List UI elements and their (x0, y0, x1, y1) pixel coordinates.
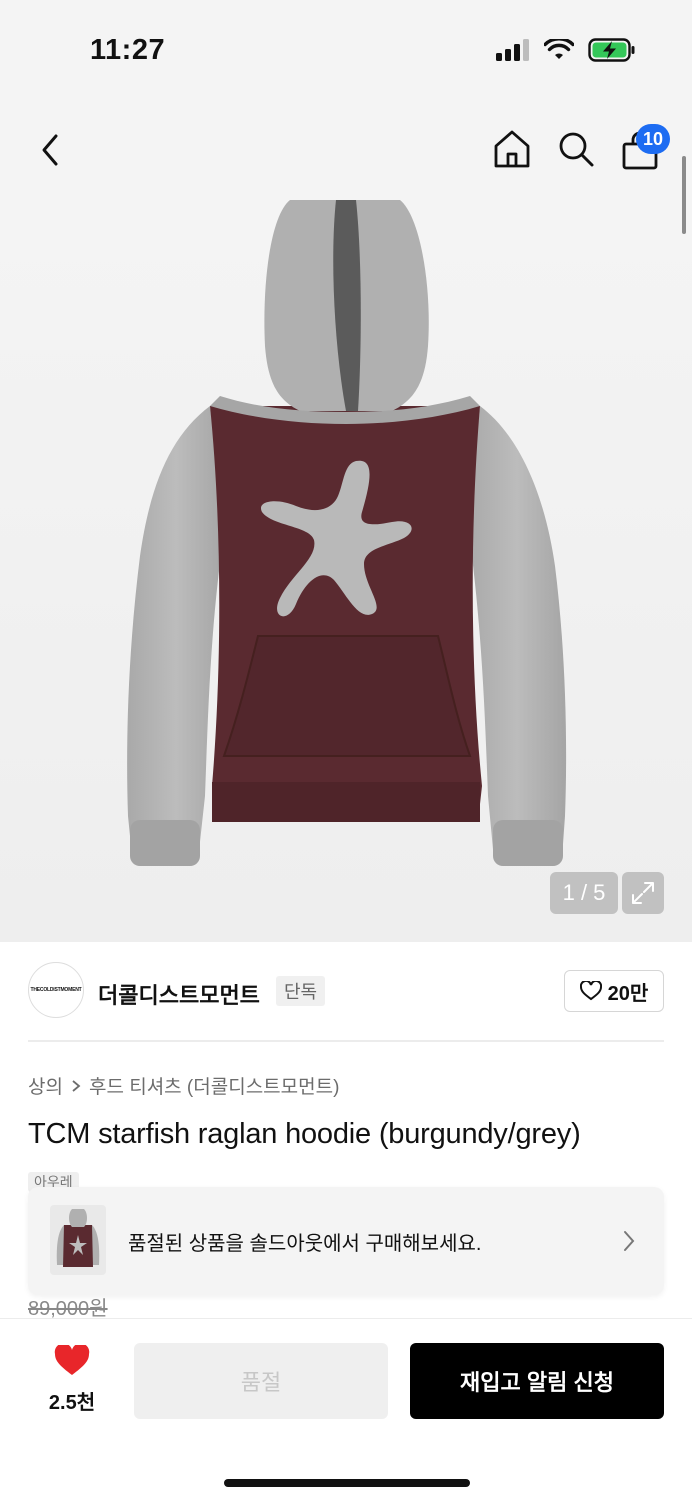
status-time: 11:27 (90, 34, 166, 66)
expand-icon (632, 882, 654, 904)
breadcrumb-category[interactable]: 상의 (28, 1072, 63, 1099)
breadcrumb: 상의 후드 티셔츠 (더콜디스트모먼트) (28, 1072, 339, 1099)
status-icons (496, 38, 636, 62)
breadcrumb-subcategory[interactable]: 후드 티셔츠 (더콜디스트모먼트) (89, 1072, 339, 1099)
product-title: TCM starfish raglan hoodie (burgundy/gre… (28, 1118, 581, 1150)
back-icon[interactable] (34, 130, 68, 170)
wishlist-count: 2.5천 (48, 1392, 96, 1414)
wishlist-button[interactable]: 2.5천 (40, 1343, 104, 1415)
heart-outline-icon (579, 981, 602, 1001)
brand-row: THECOLDISTMOMENT 더콜디스트모먼트 단독 20만 (28, 962, 664, 1022)
home-indicator[interactable] (224, 1479, 470, 1487)
wifi-icon (544, 39, 574, 59)
restock-alert-button[interactable]: 재입고 알림 신청 (410, 1343, 664, 1419)
cellular-signal-icon (496, 39, 529, 61)
chevron-right-icon (624, 1231, 635, 1251)
status-bar: 11:27 (0, 0, 692, 100)
breadcrumb-chevron-icon (72, 1079, 81, 1092)
page-scrollbar[interactable] (682, 156, 686, 234)
original-price: 89,000원 (28, 1298, 108, 1320)
exclusive-badge: 단독 (276, 976, 326, 1006)
banner-thumbnail (50, 1205, 106, 1275)
product-image-gallery[interactable]: 1 / 5 (0, 196, 692, 942)
hoodie-thumbnail-image (56, 1209, 100, 1267)
banner-text: 품절된 상품을 솔드아웃에서 구매해보세요. (128, 1233, 482, 1255)
soldout-button: 품절 (134, 1343, 388, 1419)
product-photo-hoodie (127, 200, 567, 866)
top-nav-bar (0, 100, 692, 196)
expand-image-button[interactable] (622, 872, 664, 914)
heart-icon (54, 1343, 90, 1375)
divider (28, 1040, 664, 1042)
image-counter: 1 / 5 (550, 872, 618, 914)
search-icon[interactable] (556, 128, 596, 170)
battery-charging-icon (588, 38, 635, 62)
brand-name[interactable]: 더콜디스트모먼트 (98, 978, 260, 1010)
soldout-marketplace-banner[interactable]: 품절된 상품을 솔드아웃에서 구매해보세요. (28, 1187, 664, 1295)
brand-logo-text: THECOLDISTMOMENT (30, 987, 82, 993)
brand-logo[interactable]: THECOLDISTMOMENT (28, 962, 84, 1018)
brand-like-button[interactable]: 20만 (564, 970, 664, 1012)
home-icon[interactable] (492, 128, 532, 170)
cart-count-badge: 10 (636, 124, 670, 154)
brand-like-count: 20만 (607, 982, 649, 1005)
bottom-action-bar: 2.5천 품절 재입고 알림 신청 (0, 1318, 692, 1500)
